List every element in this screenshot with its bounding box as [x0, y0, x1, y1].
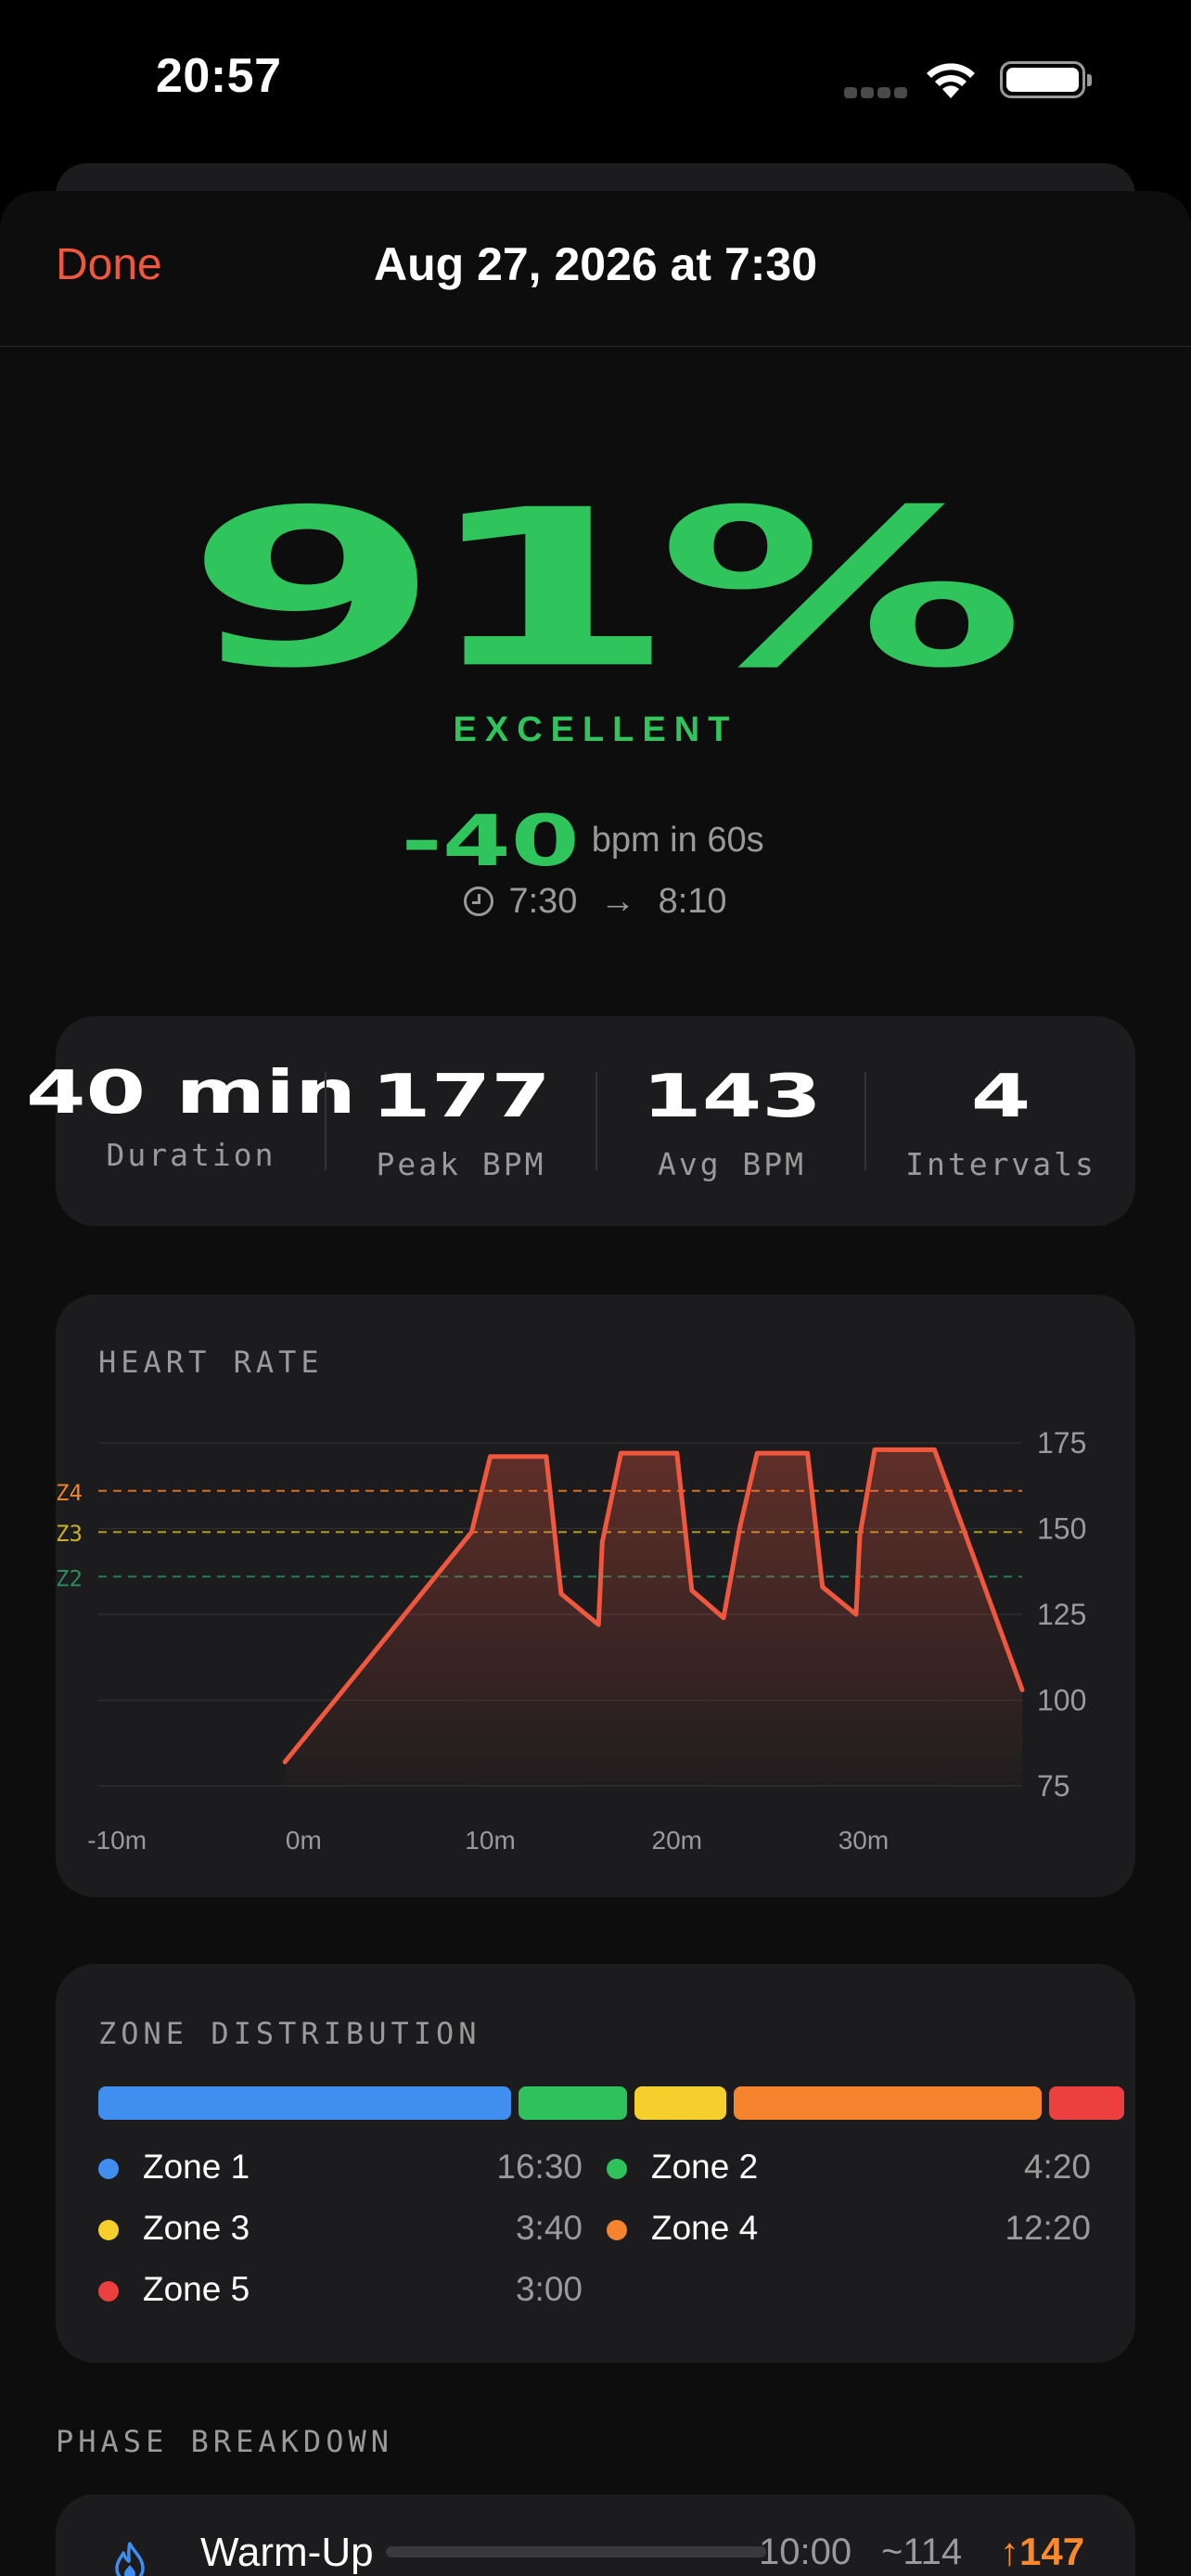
flame-icon: [115, 2542, 145, 2576]
zone-bar-segment: [98, 2086, 511, 2120]
zone-bar-segment: [733, 2086, 1043, 2120]
time-range: 7:30 → 8:10: [0, 882, 1191, 922]
clock-icon: [464, 886, 494, 916]
zone-name: Zone 3: [143, 2209, 250, 2247]
cellular-signal-icon: [844, 87, 907, 98]
zone-bar-segment: [518, 2086, 627, 2120]
zone-legend-item: Zone 1 16:30: [98, 2146, 583, 2192]
x-tick-label: -10m: [87, 1826, 147, 1855]
status-time: 20:57: [156, 49, 282, 103]
x-tick-label: 30m: [839, 1826, 889, 1855]
zone-color-dot: [607, 2159, 627, 2179]
heart-rate-area: [285, 1449, 1022, 1786]
zone-time: 3:00: [515, 2270, 583, 2308]
workout-detail-sheet: Done Aug 27, 2026 at 7:30 91% EXCELLENT …: [0, 191, 1191, 2576]
zone-threshold-label: Z4: [56, 1480, 83, 1506]
phase-progress-track: [386, 2546, 766, 2557]
stat-label: Duration: [106, 1137, 276, 1173]
zone-bar-segment: [634, 2086, 726, 2120]
y-tick-label: 150: [1037, 1512, 1086, 1546]
zone-color-dot: [98, 2159, 119, 2179]
stat-intervals: 4 Intervals: [866, 1016, 1135, 1226]
phase-duration: 10:00: [759, 2531, 852, 2572]
phase-peak-bpm: ↑147: [1000, 2530, 1085, 2573]
recovery-score: 91%: [185, 463, 1026, 716]
score-grade: EXCELLENT: [453, 710, 738, 749]
y-tick-label: 125: [1037, 1598, 1086, 1631]
arrow-right-icon: →: [600, 882, 635, 921]
phase-avg-bpm: ~114: [881, 2531, 963, 2572]
zone-distribution-card: ZONE DISTRIBUTION Zone 1 16:30 Zone 2 4:…: [56, 1964, 1135, 2363]
y-tick-label: 100: [1037, 1684, 1086, 1717]
zone-distribution-title: ZONE DISTRIBUTION: [98, 2016, 481, 2051]
zone-legend-item: Zone 4 12:20: [607, 2207, 1091, 2253]
zone-color-dot: [607, 2220, 627, 2240]
time-start: 7:30: [508, 882, 578, 921]
phase-name: Warm-Up: [200, 2530, 374, 2575]
zone-legend-item: Zone 5 3:00: [98, 2268, 583, 2315]
heart-rate-chart: Z4 Z3 Z2 175 150 125 100 75 -10m 0m 10m 20m 30m: [56, 1426, 1086, 1855]
zone-legend-item: Zone 2 4:20: [607, 2146, 1091, 2192]
zone-bar-segment: [1049, 2086, 1124, 2120]
zone-color-dot: [98, 2281, 119, 2302]
zone-name: Zone 1: [143, 2148, 250, 2186]
recovery-unit: bpm in 60s: [591, 821, 764, 860]
x-tick-label: 0m: [286, 1826, 322, 1855]
stat-value: 4: [970, 1063, 1031, 1131]
phase-row-warm-up[interactable]: Warm-Up 10:00 ~114 ↑147: [56, 2494, 1135, 2576]
stats-card: 40 min Duration 177 Peak BPM 143 Avg BPM…: [26, 1016, 1135, 1226]
zone-time: 4:20: [1023, 2148, 1091, 2186]
zone-color-dot: [98, 2220, 119, 2240]
status-bar: 20:57: [0, 0, 1191, 158]
y-tick-label: 75: [1037, 1769, 1070, 1803]
heart-rate-recovery: -40 bpm in 60s: [0, 799, 1191, 882]
heart-rate-card: HEART RATE Z4 Z3 Z2 175 150 125 100 75 -10m 0m 10…: [56, 1294, 1135, 1897]
zone-threshold-label: Z3: [56, 1521, 83, 1547]
zone-name: Zone 4: [651, 2209, 759, 2247]
battery-icon: [1000, 61, 1092, 98]
stat-label: Peak BPM: [376, 1146, 546, 1182]
recovery-value: -40: [401, 799, 581, 882]
time-end: 8:10: [658, 882, 727, 921]
y-tick-label: 175: [1037, 1426, 1086, 1460]
zone-legend-item: Zone 3 3:40: [98, 2207, 583, 2253]
x-tick-label: 20m: [652, 1826, 702, 1855]
zone-name: Zone 5: [143, 2270, 250, 2308]
phase-breakdown-title: PHASE BREAKDOWN: [56, 2424, 393, 2459]
wifi-icon: [927, 63, 975, 98]
nav-bar: Done Aug 27, 2026 at 7:30: [0, 191, 1191, 347]
stat-label: Avg BPM: [657, 1146, 807, 1182]
stat-label: Intervals: [905, 1146, 1096, 1182]
zone-name: Zone 2: [651, 2148, 759, 2186]
zone-time: 16:30: [496, 2148, 583, 2186]
zone-time: 12:20: [1005, 2209, 1091, 2247]
zone-threshold-label: Z2: [56, 1565, 83, 1591]
nav-title: Aug 27, 2026 at 7:30: [373, 238, 818, 290]
zone-time: 3:40: [515, 2209, 583, 2247]
x-tick-label: 10m: [465, 1826, 515, 1855]
